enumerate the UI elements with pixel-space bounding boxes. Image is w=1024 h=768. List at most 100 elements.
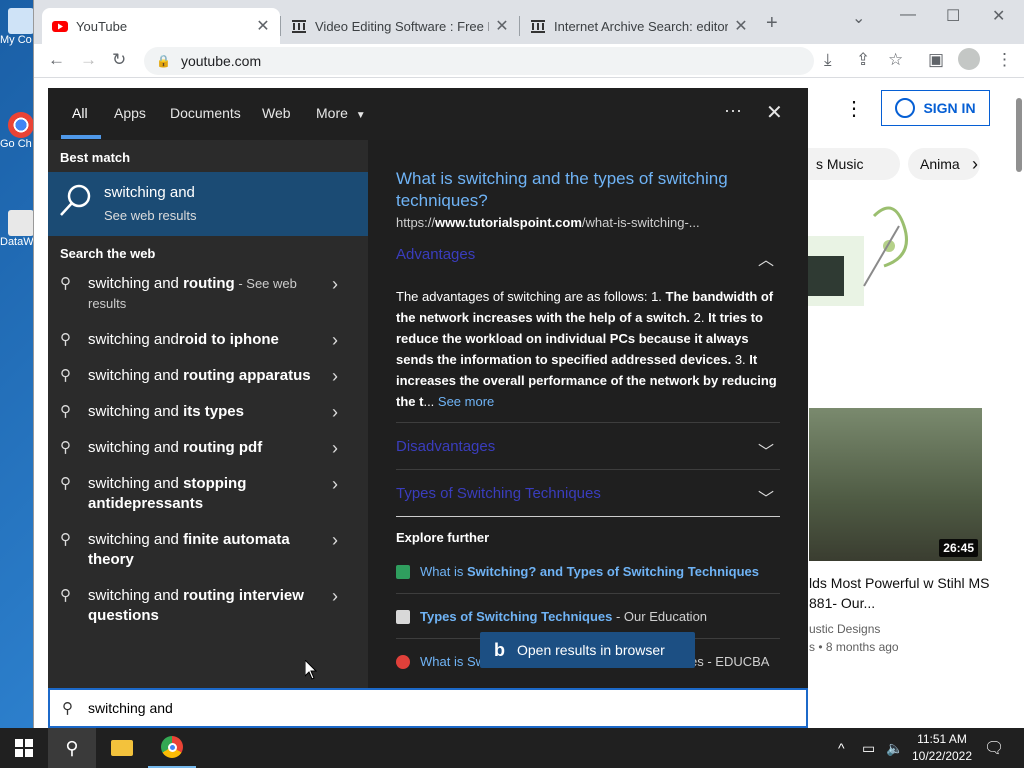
start-button[interactable] xyxy=(0,728,48,768)
tab-more-label: More xyxy=(316,105,348,121)
windows-logo-icon xyxy=(15,739,33,757)
minimize-icon[interactable]: — xyxy=(900,6,916,24)
address-bar[interactable]: 🔒 youtube.com xyxy=(144,47,814,75)
reload-icon[interactable]: ↻ xyxy=(112,50,126,70)
suggestion-text: switching android to iphone xyxy=(88,331,279,348)
section-advantages[interactable]: Advantages ︿ xyxy=(396,246,780,269)
chevron-right-icon[interactable]: › xyxy=(320,438,350,458)
suggestion-item[interactable]: ⚲ switching and routing interview questio… xyxy=(48,586,368,626)
sign-in-button[interactable]: SIGN IN xyxy=(881,90,990,126)
suggestion-item[interactable]: ⚲ switching and finite automata theory › xyxy=(48,530,368,570)
menu-kebab-icon[interactable]: ⋮ xyxy=(996,50,1013,70)
chevron-right-icon[interactable]: › xyxy=(320,530,350,550)
suggestion-item[interactable]: ⚲ switching and routing pdf › xyxy=(48,438,368,458)
side-panel-icon[interactable]: ▣ xyxy=(928,50,944,70)
lock-icon: 🔒 xyxy=(156,54,171,68)
see-more-link[interactable]: See more xyxy=(434,394,494,409)
close-icon[interactable]: ✕ xyxy=(766,100,783,125)
tab-all[interactable]: All xyxy=(72,105,88,121)
more-options-icon[interactable]: ⋮ xyxy=(844,96,864,121)
explore-link[interactable]: Types of Switching Techniques - Our Educ… xyxy=(396,609,780,624)
suggestion-text: switching and routing interview question… xyxy=(88,587,304,624)
chevron-right-icon[interactable]: › xyxy=(320,330,350,350)
suggestion-item[interactable]: ⚲ switching and stopping antidepressants › xyxy=(48,474,368,514)
network-icon[interactable]: ▭ xyxy=(862,728,875,768)
taskbar-chrome[interactable] xyxy=(148,728,196,768)
caret-down-icon: ▼ xyxy=(355,110,366,121)
search-icon: ⚲ xyxy=(60,475,71,492)
profile-avatar[interactable] xyxy=(958,48,980,70)
section-disadvantages[interactable]: Disadvantages ﹀ xyxy=(396,438,780,461)
tab-documents[interactable]: Documents xyxy=(170,105,241,121)
video-title[interactable]: lds Most Powerful w Stihl MS 881- Our... xyxy=(809,573,999,613)
bookmark-star-icon[interactable]: ☆ xyxy=(888,50,903,70)
search-input[interactable]: ⚲ switching and xyxy=(48,688,808,728)
tab-video-editing[interactable]: Video Editing Software : Free Do ✕ xyxy=(281,8,519,44)
tray-chevron-icon[interactable]: ^ xyxy=(838,728,845,768)
share-icon[interactable]: ⇪ xyxy=(856,50,870,70)
desktop-icon-label: DataW xyxy=(0,236,34,248)
site-icon xyxy=(396,564,410,579)
video-age: s • 8 months ago xyxy=(809,640,899,654)
more-options-icon[interactable]: ··· xyxy=(724,100,742,121)
chevron-right-icon[interactable]: › xyxy=(320,402,350,422)
tab-more[interactable]: More ▼ xyxy=(316,105,366,121)
suggestion-item[interactable]: ⚲ switching and routing - See web results… xyxy=(48,274,368,314)
search-icon: ⚲ xyxy=(60,439,71,456)
suggestion-item[interactable]: ⚲ switching android to iphone › xyxy=(48,330,368,350)
result-paragraph: The advantages of switching are as follo… xyxy=(396,289,777,409)
chip-animation[interactable]: Anima xyxy=(908,148,980,180)
chrome-icon xyxy=(8,112,34,138)
chevron-right-icon[interactable]: › xyxy=(320,366,350,386)
close-tab-icon[interactable]: ✕ xyxy=(495,16,509,36)
video-channel[interactable]: ustic Designs xyxy=(809,620,999,638)
divider xyxy=(396,469,780,470)
url-prefix: https:// xyxy=(396,215,436,230)
archive-icon xyxy=(292,20,306,33)
section-types[interactable]: Types of Switching Techniques ﹀ xyxy=(396,485,780,508)
forward-icon[interactable]: → xyxy=(80,50,97,70)
suggestion-item[interactable]: ⚲ switching and routing apparatus › xyxy=(48,366,368,386)
best-match-subtitle: See web results xyxy=(104,208,197,223)
explore-link[interactable]: What is Switching? and Types of Switchin… xyxy=(396,564,780,579)
close-tab-icon[interactable]: ✕ xyxy=(734,16,748,36)
open-results-in-browser-button[interactable]: b Open results in browser xyxy=(480,632,695,668)
chevron-down-icon: ﹀ xyxy=(757,491,774,508)
suggestion-text: switching and routing apparatus xyxy=(88,367,311,384)
chevron-right-icon[interactable]: › xyxy=(320,474,350,494)
link-bold: Types of Switching Techniques xyxy=(420,609,613,624)
best-match-item[interactable]: switching and See web results xyxy=(48,172,368,236)
volume-icon[interactable]: 🔈 xyxy=(886,728,903,768)
search-icon: ⚲ xyxy=(65,737,79,758)
result-title[interactable]: What is switching and the types of switc… xyxy=(396,168,776,212)
taskbar-search-button[interactable]: ⚲ xyxy=(48,728,96,768)
tab-apps[interactable]: Apps xyxy=(114,105,146,121)
taskbar-file-explorer[interactable] xyxy=(98,728,146,768)
tab-web[interactable]: Web xyxy=(262,105,291,121)
video-thumbnail[interactable]: 26:45 xyxy=(809,408,982,561)
result-url[interactable]: https://www.tutorialspoint.com/what-is-s… xyxy=(396,215,776,230)
install-icon[interactable]: ⤓ xyxy=(824,50,832,70)
scrollbar-thumb[interactable] xyxy=(1016,98,1022,172)
best-match-heading: Best match xyxy=(60,150,131,165)
suggestion-item[interactable]: ⚲ switching and its types › xyxy=(48,402,368,422)
chevron-right-icon[interactable]: › xyxy=(972,154,978,175)
close-window-icon[interactable]: ✕ xyxy=(992,6,1005,26)
maximize-icon[interactable]: ☐ xyxy=(946,6,960,26)
chip-music[interactable]: s Music xyxy=(794,148,900,180)
back-icon[interactable]: ← xyxy=(48,50,65,70)
chevron-right-icon[interactable]: › xyxy=(320,586,350,606)
chevron-right-icon[interactable]: › xyxy=(320,274,350,294)
notifications-icon[interactable]: 🗨 xyxy=(984,728,1004,768)
suggestion-text: switching and its types xyxy=(88,403,244,420)
suggestion-text: switching and finite automata theory xyxy=(88,531,290,568)
desktop-icon-label: Go Ch xyxy=(0,138,32,150)
tab-search-icon[interactable]: ⌄ xyxy=(852,8,865,28)
clock[interactable]: 11:51 AM 10/22/2022 xyxy=(910,731,974,765)
close-tab-icon[interactable]: ✕ xyxy=(256,16,270,36)
chevron-up-icon: ︿ xyxy=(757,252,774,269)
tab-youtube[interactable]: YouTube ✕ xyxy=(42,8,280,44)
tab-internet-archive[interactable]: Internet Archive Search: editor v ✕ xyxy=(520,8,758,44)
tab-title: Video Editing Software : Free Do xyxy=(315,18,489,34)
new-tab-icon[interactable]: + xyxy=(766,12,778,35)
